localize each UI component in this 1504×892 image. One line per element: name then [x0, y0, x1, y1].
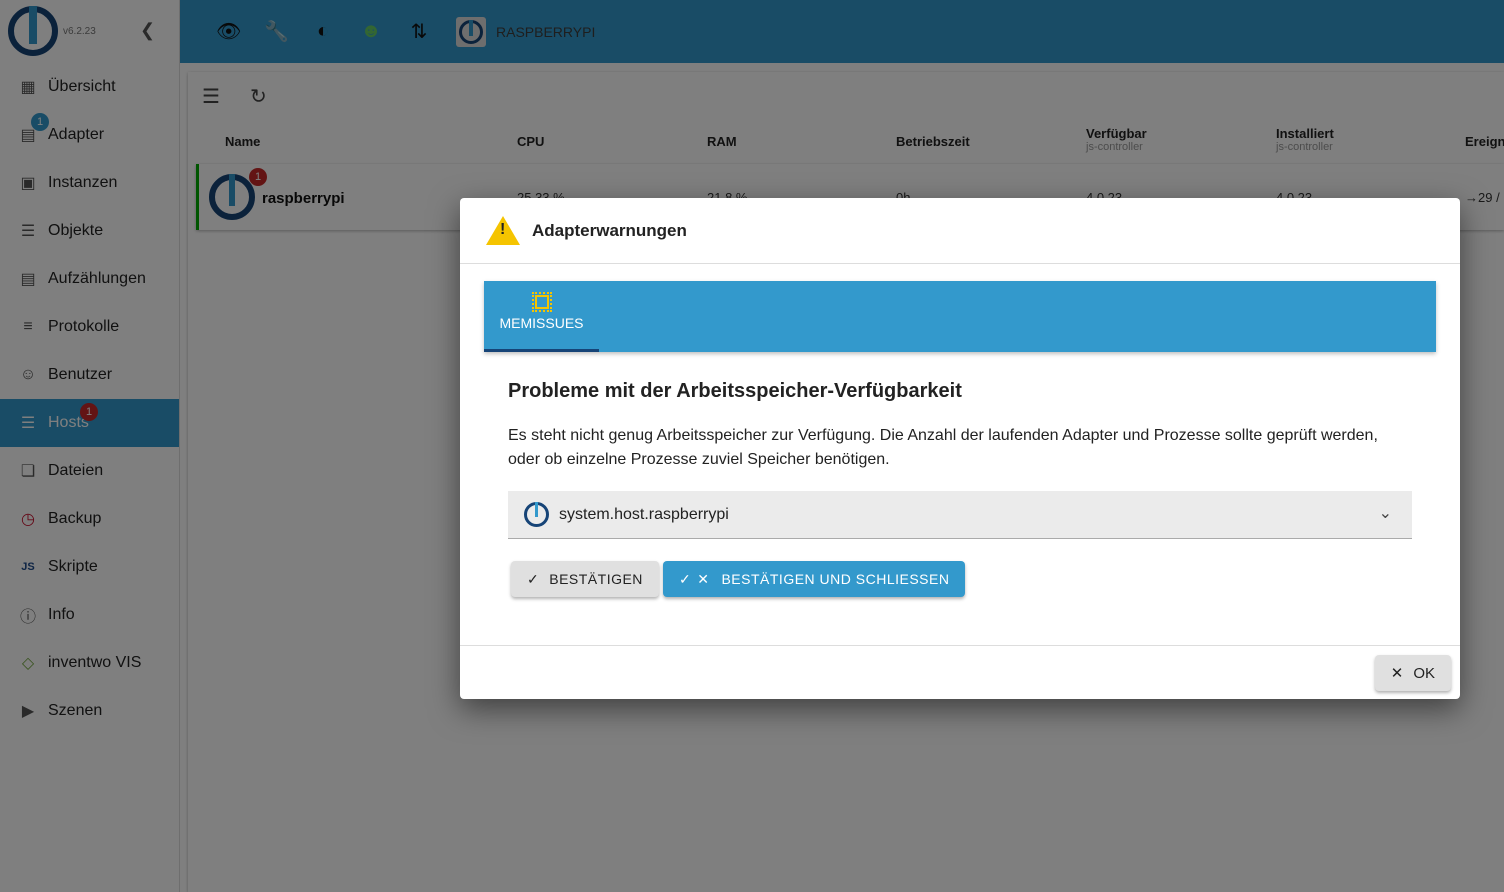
host-select-value: system.host.raspberrypi — [559, 505, 729, 523]
dialog-title: Adapterwarnungen — [460, 198, 1460, 264]
tab-label: MEMISSUES — [499, 315, 584, 331]
dialog-footer-divider — [460, 645, 1460, 646]
check-icon: ✓ — [527, 570, 540, 587]
warning-heading: Probleme mit der Arbeitsspeicher-Verfügb… — [508, 380, 962, 402]
confirm-close-button[interactable]: ✓ ✕ BESTÄTIGEN UND SCHLIESSEN — [663, 561, 966, 597]
close-icon: ✕ — [697, 570, 710, 587]
ok-label: OK — [1413, 664, 1435, 682]
tab-bar: MEMISSUES — [484, 281, 1436, 352]
close-icon: ✕ — [1390, 665, 1404, 682]
adapter-warnings-dialog: Adapterwarnungen MEMISSUES Probleme mit … — [460, 198, 1460, 699]
ok-button[interactable]: ✕ OK — [1374, 655, 1451, 691]
dialog-title-text: Adapterwarnungen — [532, 220, 687, 240]
check-icon: ✓ — [679, 570, 692, 587]
chevron-down-icon[interactable]: ⌄ — [1379, 503, 1392, 523]
confirm-button[interactable]: ✓ BESTÄTIGEN — [511, 561, 659, 597]
host-select[interactable]: system.host.raspberrypi ⌄ — [508, 491, 1412, 539]
tab-memissues[interactable]: MEMISSUES — [484, 281, 599, 352]
memory-chip-icon — [531, 292, 552, 312]
confirm-label: BESTÄTIGEN — [549, 571, 643, 587]
host-logo — [524, 502, 549, 527]
warning-icon — [486, 216, 520, 245]
warning-text: Es steht nicht genug Arbeitsspeicher zur… — [508, 427, 1378, 468]
confirm-close-label: BESTÄTIGEN UND SCHLIESSEN — [721, 571, 950, 587]
